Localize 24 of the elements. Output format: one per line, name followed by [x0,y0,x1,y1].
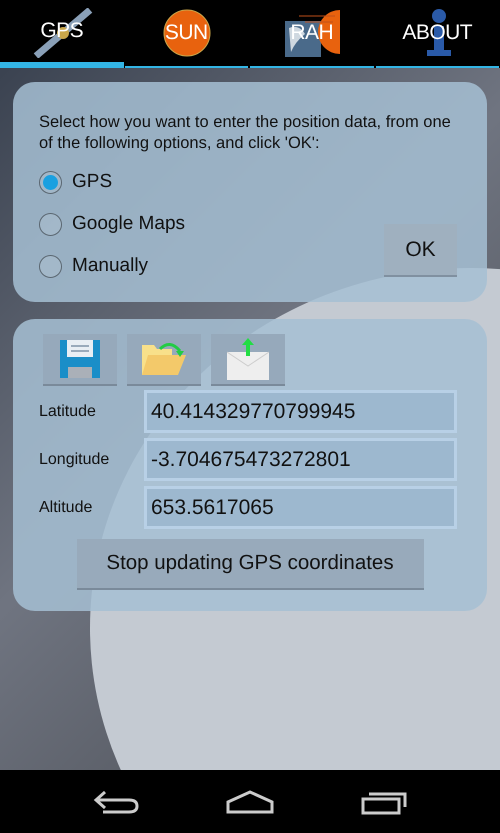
coordinate-field[interactable]: 653.5617065 [144,486,457,529]
ok-button[interactable]: OK [384,224,457,277]
radio-button[interactable] [39,171,62,194]
home-icon[interactable] [226,790,274,814]
radio-option[interactable]: Google Maps [39,208,186,241]
field-label: Longitude [39,450,110,470]
instructions-text: Select how you want to enter the position data, from one of the following options, and click 'OK': [39,112,452,154]
radio-button[interactable] [39,255,62,278]
toolbar-button[interactable] [127,334,201,386]
back-icon[interactable] [93,790,140,814]
toolbar-button[interactable] [43,334,117,386]
field-label: Altitude [39,498,94,518]
coordinate-field[interactable]: -3.704675473272801 [144,438,457,481]
radio-option[interactable]: GPS [39,166,186,199]
envelope-icon [227,338,269,380]
toolbar-button[interactable] [211,334,285,386]
radio-option[interactable]: Manually [39,250,186,283]
earth-icon [285,8,341,58]
folder-icon [142,341,186,377]
coordinate-field[interactable]: 40.414329770799945 [144,390,457,433]
field-label: Latitude [39,402,97,422]
stop-updating-button[interactable]: Stop updating GPS coordinates [76,539,424,590]
radio-button[interactable] [39,213,62,236]
sun-icon [162,8,210,58]
